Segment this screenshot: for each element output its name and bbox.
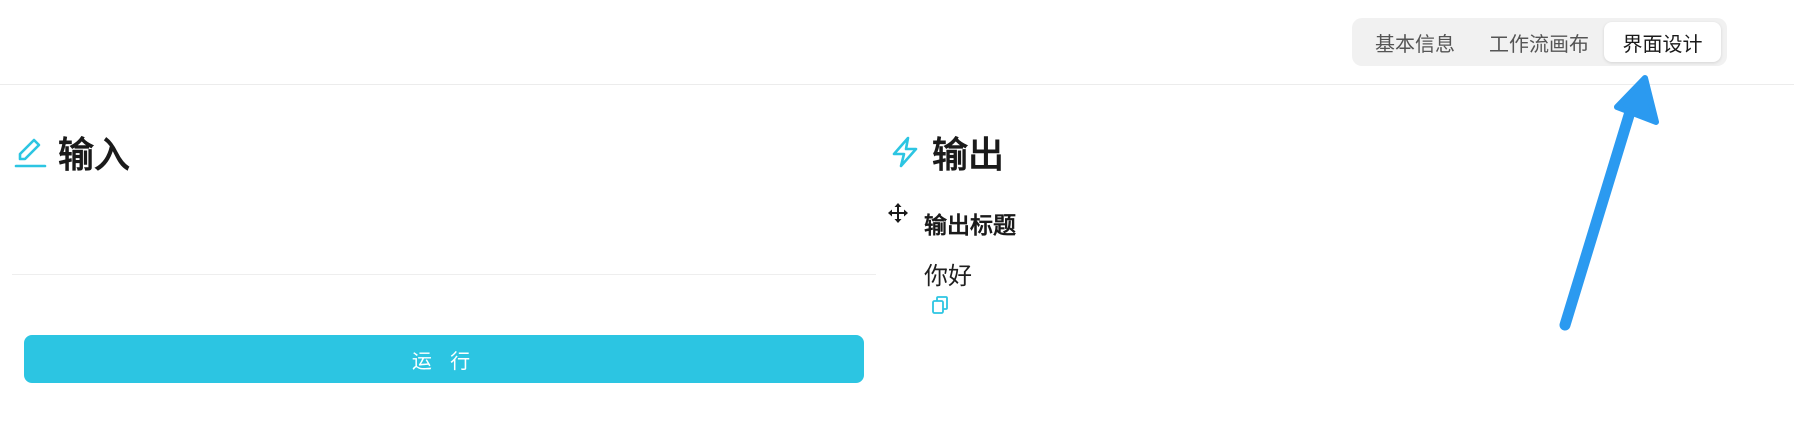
view-switcher: 基本信息 工作流画布 界面设计 (1352, 18, 1727, 66)
tab-workflow-canvas[interactable]: 工作流画布 (1474, 22, 1604, 62)
run-button[interactable]: 运 行 (24, 335, 864, 383)
tab-ui-design[interactable]: 界面设计 (1604, 22, 1721, 62)
input-divider (12, 274, 876, 275)
input-title-text: 输入 (58, 135, 131, 176)
output-title-text: 输出 (932, 135, 1005, 176)
tab-basic-info[interactable]: 基本信息 (1356, 22, 1474, 62)
move-handle-icon[interactable] (888, 203, 908, 223)
pencil-underline-icon (14, 135, 48, 169)
output-panel-title: 输出 (888, 126, 1004, 178)
top-bar: 基本信息 工作流画布 界面设计 (0, 0, 1794, 85)
copy-icon[interactable] (930, 295, 950, 315)
output-field-value: 你好 (924, 262, 972, 290)
output-field-label: 输出标题 (924, 213, 1016, 239)
lightning-bolt-icon (888, 135, 922, 169)
input-panel-title: 输入 (14, 126, 130, 178)
